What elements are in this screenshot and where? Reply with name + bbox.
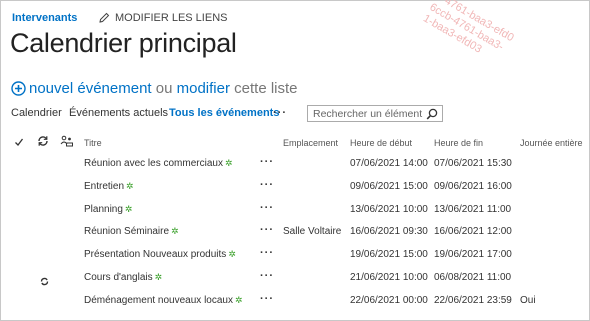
end-time-cell: 07/06/2021 15:30 [434,158,512,169]
event-title-cell[interactable]: Réunion Séminaire ✲ [84,226,179,237]
new-event-bar: nouvel événement ou modifier cette liste [11,80,298,100]
item-menu-button[interactable]: ··· [260,247,274,259]
column-header-location[interactable]: Emplacement [283,138,338,148]
table-row[interactable]: Déménagement nouveaux locaux ✲ ··· 22/06/20… [0,293,590,317]
start-time-cell: 19/06/2021 15:00 [350,249,428,261]
column-header-start[interactable]: Heure de début [350,138,412,148]
event-title-link[interactable]: Réunion Séminaire [84,226,169,237]
new-item-icon: ✲ [234,294,243,305]
page-title: Calendrier principal [10,28,237,58]
pencil-icon [99,12,110,26]
end-time-cell: 06/08/2021 11:00 [434,272,512,283]
workspace-column-icon [60,134,73,152]
new-item-icon: ✲ [171,226,179,237]
select-all-checkmark-icon[interactable] [14,134,24,152]
table-row[interactable]: Cours d'anglais ✲ ··· 21/06/2021 10:00 06/08… [0,270,590,294]
tab-current-events[interactable]: Événements actuels [69,107,168,119]
new-item-icon: ✲ [224,158,233,168]
new-event-link[interactable]: nouvel événement [29,80,152,97]
start-time-cell: 21/06/2021 10:00 [350,272,428,283]
column-header-all-day[interactable]: Journée entière [520,138,583,148]
event-title-link[interactable]: Réunion avec les commerciaux [84,158,223,169]
event-title-link[interactable]: Entretien [84,181,124,192]
table-row[interactable]: Entretien ✲ ··· 09/06/2021 15:00 09/06/2021 … [0,179,590,203]
item-menu-button[interactable]: ··· [260,293,274,305]
new-item-icon: ✲ [124,203,133,214]
event-title-link[interactable]: Planning [84,204,123,215]
edit-links-label: MODIFIER LES LIENS [115,12,228,24]
item-menu-button[interactable]: ··· [260,179,274,191]
recurrence-icon [40,273,49,291]
event-title-link[interactable]: Cours d'anglais [84,272,153,283]
end-time-cell: 16/06/2021 12:00 [434,226,512,238]
table-row[interactable]: Réunion Séminaire ✲ ··· Salle Voltaire 16/06… [0,224,590,248]
event-title-cell[interactable]: Réunion avec les commerciaux ✲ [84,158,233,169]
start-time-cell: 16/06/2021 09:30 [350,226,428,238]
column-header-end[interactable]: Heure de fin [434,138,483,148]
event-title-link[interactable]: Présentation Nouveaux produits [84,249,226,260]
table-row[interactable]: Réunion avec les commerciaux ✲ ··· 07/06/20… [0,156,590,180]
start-time-cell: 07/06/2021 14:00 [350,158,428,169]
event-title-cell[interactable]: Cours d'anglais ✲ [84,272,162,283]
all-day-cell: Oui [520,294,536,306]
item-menu-button[interactable]: ··· [260,156,274,168]
item-menu-button[interactable]: ··· [260,202,274,214]
end-time-cell: 19/06/2021 17:00 [434,249,512,261]
event-title-cell[interactable]: Planning ✲ [84,204,132,215]
end-time-cell: 22/06/2021 23:59 [434,294,512,306]
recurrence-column-icon [37,134,49,152]
event-title-cell[interactable]: Déménagement nouveaux locaux ✲ [84,295,243,306]
breadcrumb-link[interactable]: Intervenants [12,12,77,24]
edit-list-link[interactable]: modifier [177,80,230,97]
table-row[interactable]: Planning ✲ ··· 13/06/2021 10:00 13/06/2021 1… [0,202,590,226]
start-time-cell: 13/06/2021 10:00 [350,203,428,215]
tab-calendar[interactable]: Calendrier [11,107,62,119]
or-text: ou [155,80,173,97]
start-time-cell: 22/06/2021 00:00 [350,294,428,306]
new-item-icon: ✲ [228,249,236,260]
column-header-title[interactable]: Titre [84,138,102,148]
end-time-cell: 13/06/2021 11:00 [434,203,512,215]
table-row[interactable]: Présentation Nouveaux produits ✲ ··· 19/06/… [0,247,590,271]
item-menu-button[interactable]: ··· [260,224,274,236]
location-cell: Salle Voltaire [283,226,342,238]
end-time-cell: 09/06/2021 16:00 [434,180,512,192]
edit-links-button[interactable]: MODIFIER LES LIENS [99,12,239,26]
search-input[interactable]: Rechercher un élément [307,105,443,122]
item-menu-button[interactable]: ··· [260,270,274,282]
new-item-icon: ✲ [126,180,134,191]
more-views-button[interactable]: ··· [273,107,287,119]
event-title-link[interactable]: Déménagement nouveaux locaux [84,295,233,306]
new-item-icon: ✲ [154,272,163,282]
search-placeholder: Rechercher un élément [313,108,423,120]
start-time-cell: 09/06/2021 15:00 [350,180,428,192]
search-icon[interactable] [426,108,438,123]
add-circle-icon[interactable] [11,81,26,100]
event-title-cell[interactable]: Présentation Nouveaux produits ✲ [84,249,236,260]
tab-all-events[interactable]: Tous les événements [169,107,279,119]
event-title-cell[interactable]: Entretien ✲ [84,181,134,192]
this-list-text: cette liste [234,80,298,97]
